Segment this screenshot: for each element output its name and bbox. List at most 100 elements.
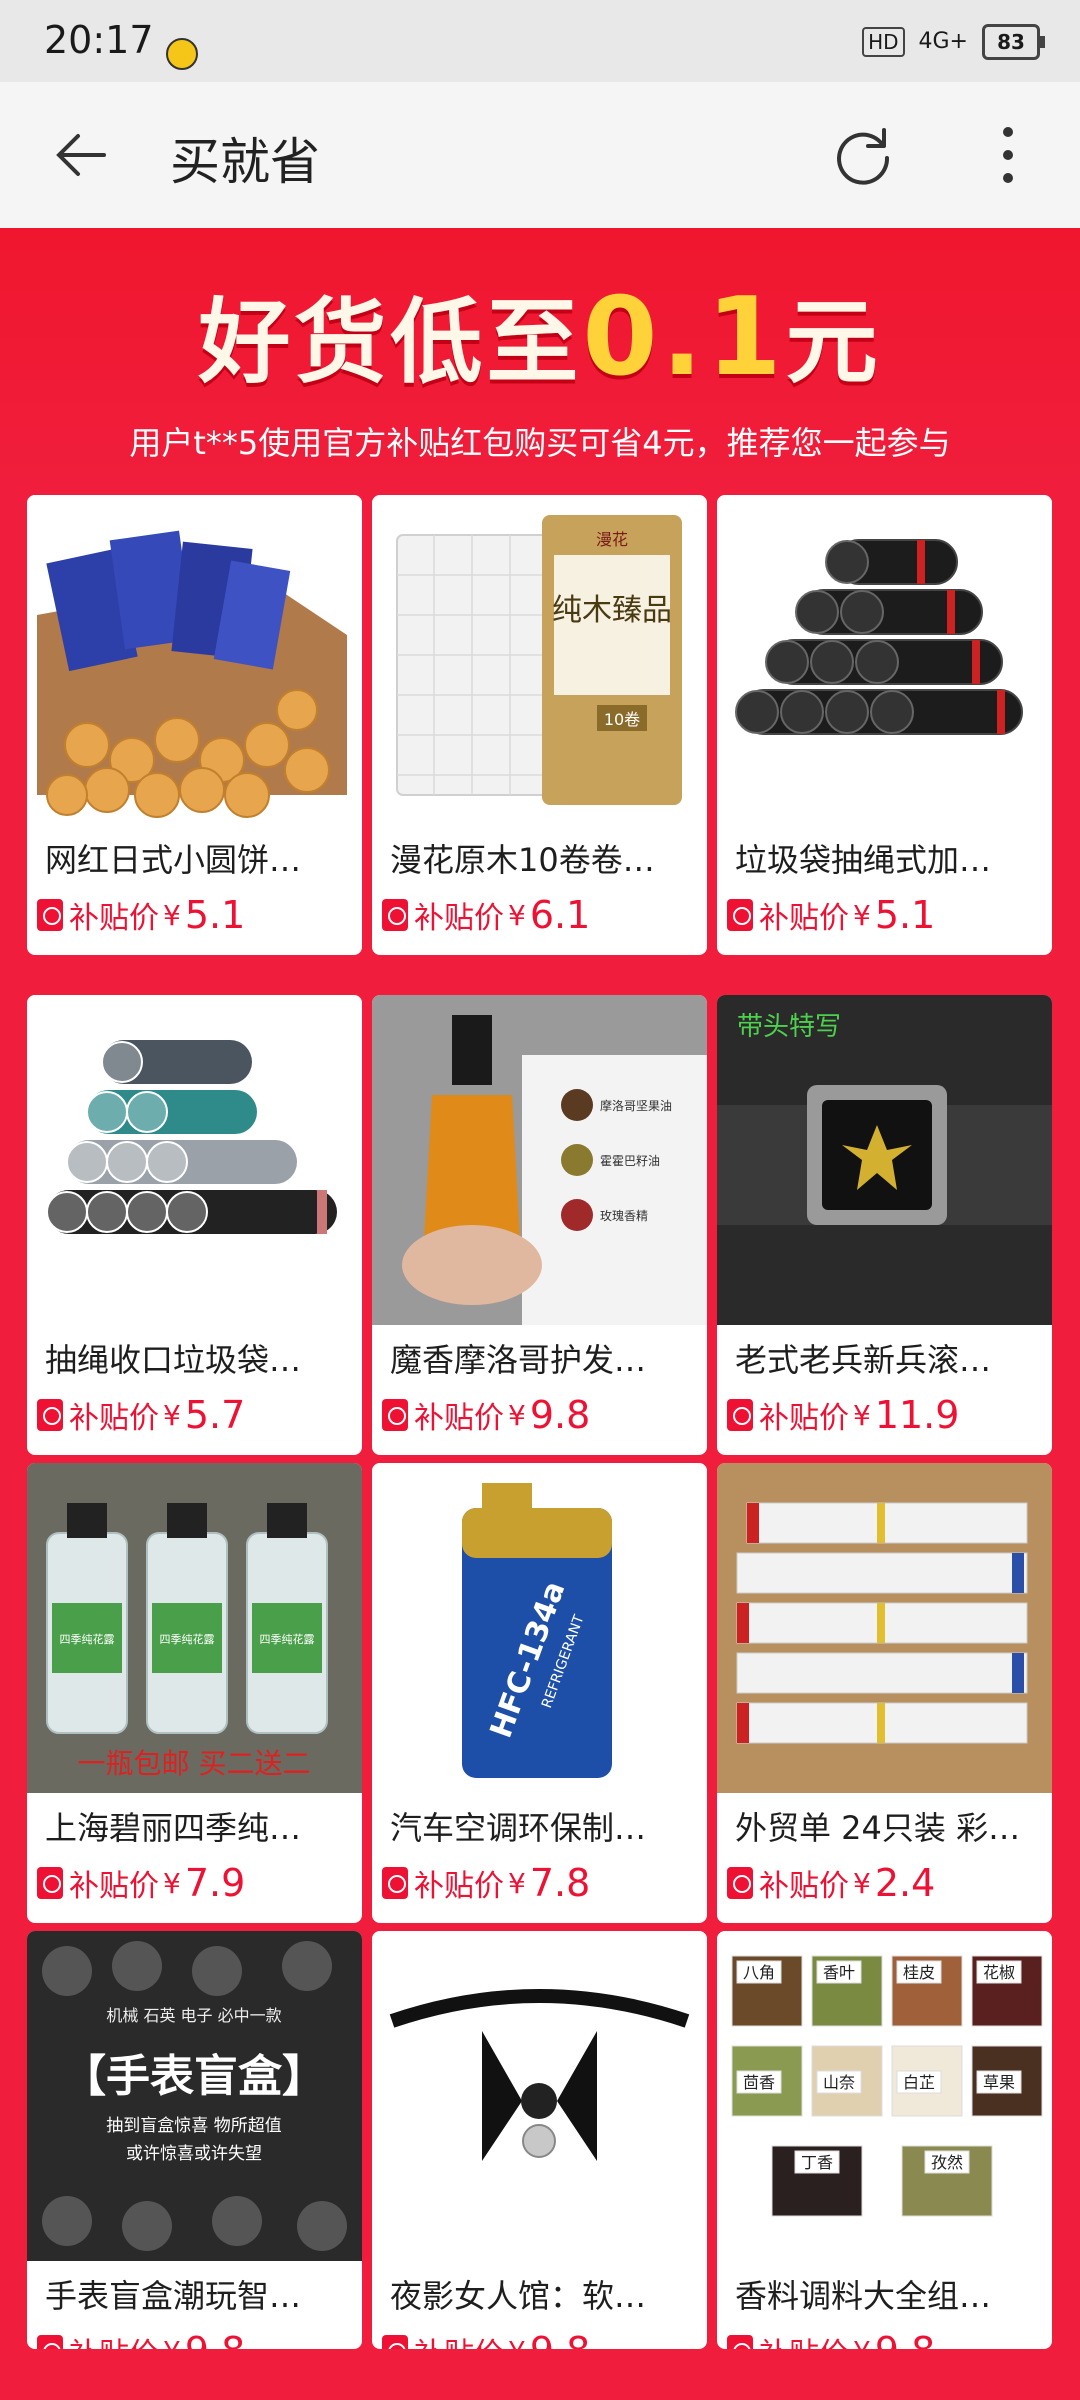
product-card[interactable]: 机械 石英 电子 必中一款 【手表盲盒】 抽到盲盒惊喜 物所超值 或许惊喜或许失… (27, 1931, 362, 2349)
refresh-icon[interactable] (832, 124, 894, 186)
coupon-icon (37, 1867, 63, 1899)
product-image-toilet-paper: 漫花 纯木臻品 10卷 (372, 495, 707, 825)
product-price: 补贴价¥9.8 (727, 2329, 935, 2349)
product-name: 上海碧丽四季纯… (45, 1809, 302, 1847)
coupon-icon (727, 1399, 753, 1431)
product-price: 补贴价 ¥7.8 (382, 1861, 590, 1905)
coupon-icon (37, 899, 63, 931)
signal-icon: 4G+ (918, 29, 968, 54)
product-card[interactable]: 抽绳收口垃圾袋… 补贴价 ¥5.7 (27, 995, 362, 1455)
product-price: 补贴价 ¥7.9 (37, 1861, 245, 1905)
more-options-icon[interactable] (996, 124, 1020, 186)
svg-text:霍霍巴籽油: 霍霍巴籽油 (600, 1154, 660, 1168)
product-image-biscuits (27, 495, 362, 825)
svg-text:摩洛哥坚果油: 摩洛哥坚果油 (600, 1098, 672, 1113)
svg-text:八角: 八角 (743, 1963, 775, 1982)
product-card[interactable]: 带头特写 老式老兵新兵滚… 补贴价 ¥11.9 (717, 995, 1052, 1455)
product-name: 垃圾袋抽绳式加… (735, 841, 992, 879)
product-name: 外贸单 24只装 彩… (735, 1809, 1021, 1847)
product-name: 老式老兵新兵滚… (735, 1341, 992, 1379)
product-name: 香料调料大全组… (735, 2277, 992, 2315)
svg-text:四季纯花露: 四季纯花露 (260, 1633, 315, 1646)
product-name: 漫花原木10卷卷… (390, 841, 655, 879)
product-card[interactable]: 外贸单 24只装 彩… 补贴价 ¥2.4 (717, 1463, 1052, 1923)
svg-text:香叶: 香叶 (823, 1963, 855, 1982)
product-name: 魔香摩洛哥护发… (390, 1341, 647, 1379)
svg-text:纯木臻品: 纯木臻品 (552, 593, 672, 628)
product-image-boxed-items (717, 1463, 1052, 1793)
coupon-icon (727, 2335, 753, 2349)
product-image-lace-choker (372, 1931, 707, 2261)
svg-text:白芷: 白芷 (903, 2073, 935, 2092)
product-image-hair-oil: 摩洛哥坚果油 霍霍巴籽油 玫瑰香精 (372, 995, 707, 1325)
svg-text:玫瑰香精: 玫瑰香精 (600, 1208, 648, 1223)
svg-text:机械 石英 电子 必中一款: 机械 石英 电子 必中一款 (106, 2006, 281, 2025)
product-card[interactable]: 漫花 纯木臻品 10卷 漫花原木10卷卷… 补贴价 ¥6.1 (372, 495, 707, 955)
product-price: 补贴价 ¥2.4 (727, 1861, 935, 1905)
product-card[interactable]: 垃圾袋抽绳式加… 补贴价 ¥5.1 (717, 495, 1052, 955)
app-bar: 买就省 (0, 82, 1080, 228)
page-title: 买就省 (170, 133, 320, 191)
coupon-icon (382, 2335, 408, 2349)
battery-icon: 83 (982, 24, 1045, 60)
product-image-refrigerant-can: HFC-134a REFRIGERANT (372, 1463, 707, 1793)
svg-text:一瓶包邮 买二送二: 一瓶包邮 买二送二 (78, 1747, 311, 1780)
coupon-icon (382, 1867, 408, 1899)
product-name: 夜影女人馆：软… (390, 2277, 647, 2315)
product-card[interactable]: 摩洛哥坚果油 霍霍巴籽油 玫瑰香精 魔香摩洛哥护发… 补贴价 ¥9.8 (372, 995, 707, 1455)
coupon-icon (727, 899, 753, 931)
svg-text:四季纯花露: 四季纯花露 (160, 1633, 215, 1646)
product-image-spices: 八角 香叶 桂皮 花椒 茴香 山奈 白芷 草果 丁香 孜然 (717, 1931, 1052, 2261)
svg-text:草果: 草果 (983, 2073, 1015, 2092)
svg-text:丁香: 丁香 (801, 2153, 833, 2172)
product-grid: 网红日式小圆饼… 补贴价¥5.1 漫花 纯木臻品 10卷 漫花原木10卷卷… (27, 495, 1053, 2349)
coupon-icon (37, 2335, 63, 2349)
product-price: 补贴价¥9.8 (382, 1393, 590, 1437)
banner-subtitle: 用户t**5使用官方补贴红包购买可省4元，推荐您一起参与 (129, 424, 951, 462)
product-price: 补贴价 ¥5.1 (37, 893, 245, 937)
product-image-belt-buckle: 带头特写 (717, 995, 1052, 1325)
status-icons: HD 4G+ 83 (862, 24, 1045, 60)
svg-text:桂皮: 桂皮 (903, 1963, 935, 1982)
svg-text:茴香: 茴香 (743, 2073, 775, 2092)
product-name: 汽车空调环保制… (390, 1809, 647, 1847)
product-image-watch-blind-box: 机械 石英 电子 必中一款 【手表盲盒】 抽到盲盒惊喜 物所超值 或许惊喜或许失… (27, 1931, 362, 2261)
product-price: 补贴价 ¥5.1 (727, 893, 935, 937)
coupon-icon (382, 1399, 408, 1431)
banner-headline: 好货低至0.1元 (198, 275, 882, 400)
promo-banner: 好货低至0.1元 用户t**5使用官方补贴红包购买可省4元，推荐您一起参与 (0, 228, 1080, 490)
back-arrow-icon[interactable] (54, 128, 108, 182)
coupon-icon (727, 1867, 753, 1899)
product-image-floral-water: 四季纯花露 四季纯花露 四季纯花露 一瓶包邮 买二送二 (27, 1463, 362, 1793)
svg-text:山奈: 山奈 (823, 2073, 855, 2092)
status-time: 20:17 (44, 18, 154, 62)
notification-icon (166, 38, 198, 70)
hd-icon: HD (862, 27, 905, 57)
product-price: 补贴价¥9.8 (382, 2329, 590, 2349)
svg-text:孜然: 孜然 (931, 2153, 963, 2172)
svg-text:花椒: 花椒 (983, 1963, 1015, 1982)
product-card[interactable]: HFC-134a REFRIGERANT 汽车空调环保制… 补贴价 ¥7.8 (372, 1463, 707, 1923)
product-card[interactable]: 四季纯花露 四季纯花露 四季纯花露 一瓶包邮 买二送二 上海碧丽四季纯… 补贴价… (27, 1463, 362, 1923)
svg-text:【手表盲盒】: 【手表盲盒】 (62, 2051, 326, 2102)
product-price: 补贴价 ¥6.1 (382, 893, 590, 937)
coupon-icon (37, 1399, 63, 1431)
product-price: 补贴价 ¥5.7 (37, 1393, 245, 1437)
product-name: 手表盲盒潮玩智… (45, 2277, 302, 2315)
product-image-garbage-bags (717, 495, 1052, 825)
product-card[interactable]: 夜影女人馆：软… 补贴价¥9.8 (372, 1931, 707, 2349)
svg-text:或许惊喜或许失望: 或许惊喜或许失望 (126, 2144, 262, 2164)
svg-text:抽到盲盒惊喜 物所超值: 抽到盲盒惊喜 物所超值 (106, 2116, 281, 2136)
svg-text:带头特写: 带头特写 (737, 1012, 841, 1042)
svg-text:漫花: 漫花 (596, 530, 628, 549)
coupon-icon (382, 899, 408, 931)
status-bar: 20:17 HD 4G+ 83 (0, 0, 1080, 82)
product-name: 网红日式小圆饼… (45, 841, 302, 879)
product-card[interactable]: 网红日式小圆饼… 补贴价 ¥5.1 (27, 495, 362, 955)
svg-text:10卷: 10卷 (604, 710, 640, 729)
product-name: 抽绳收口垃圾袋… (45, 1341, 302, 1379)
product-price: 补贴价 ¥11.9 (727, 1393, 959, 1437)
product-card[interactable]: 八角 香叶 桂皮 花椒 茴香 山奈 白芷 草果 丁香 孜然 香料调料大全组… 补… (717, 1931, 1052, 2349)
product-price: 补贴价¥9.8 (37, 2329, 245, 2349)
svg-text:四季纯花露: 四季纯花露 (60, 1633, 115, 1646)
